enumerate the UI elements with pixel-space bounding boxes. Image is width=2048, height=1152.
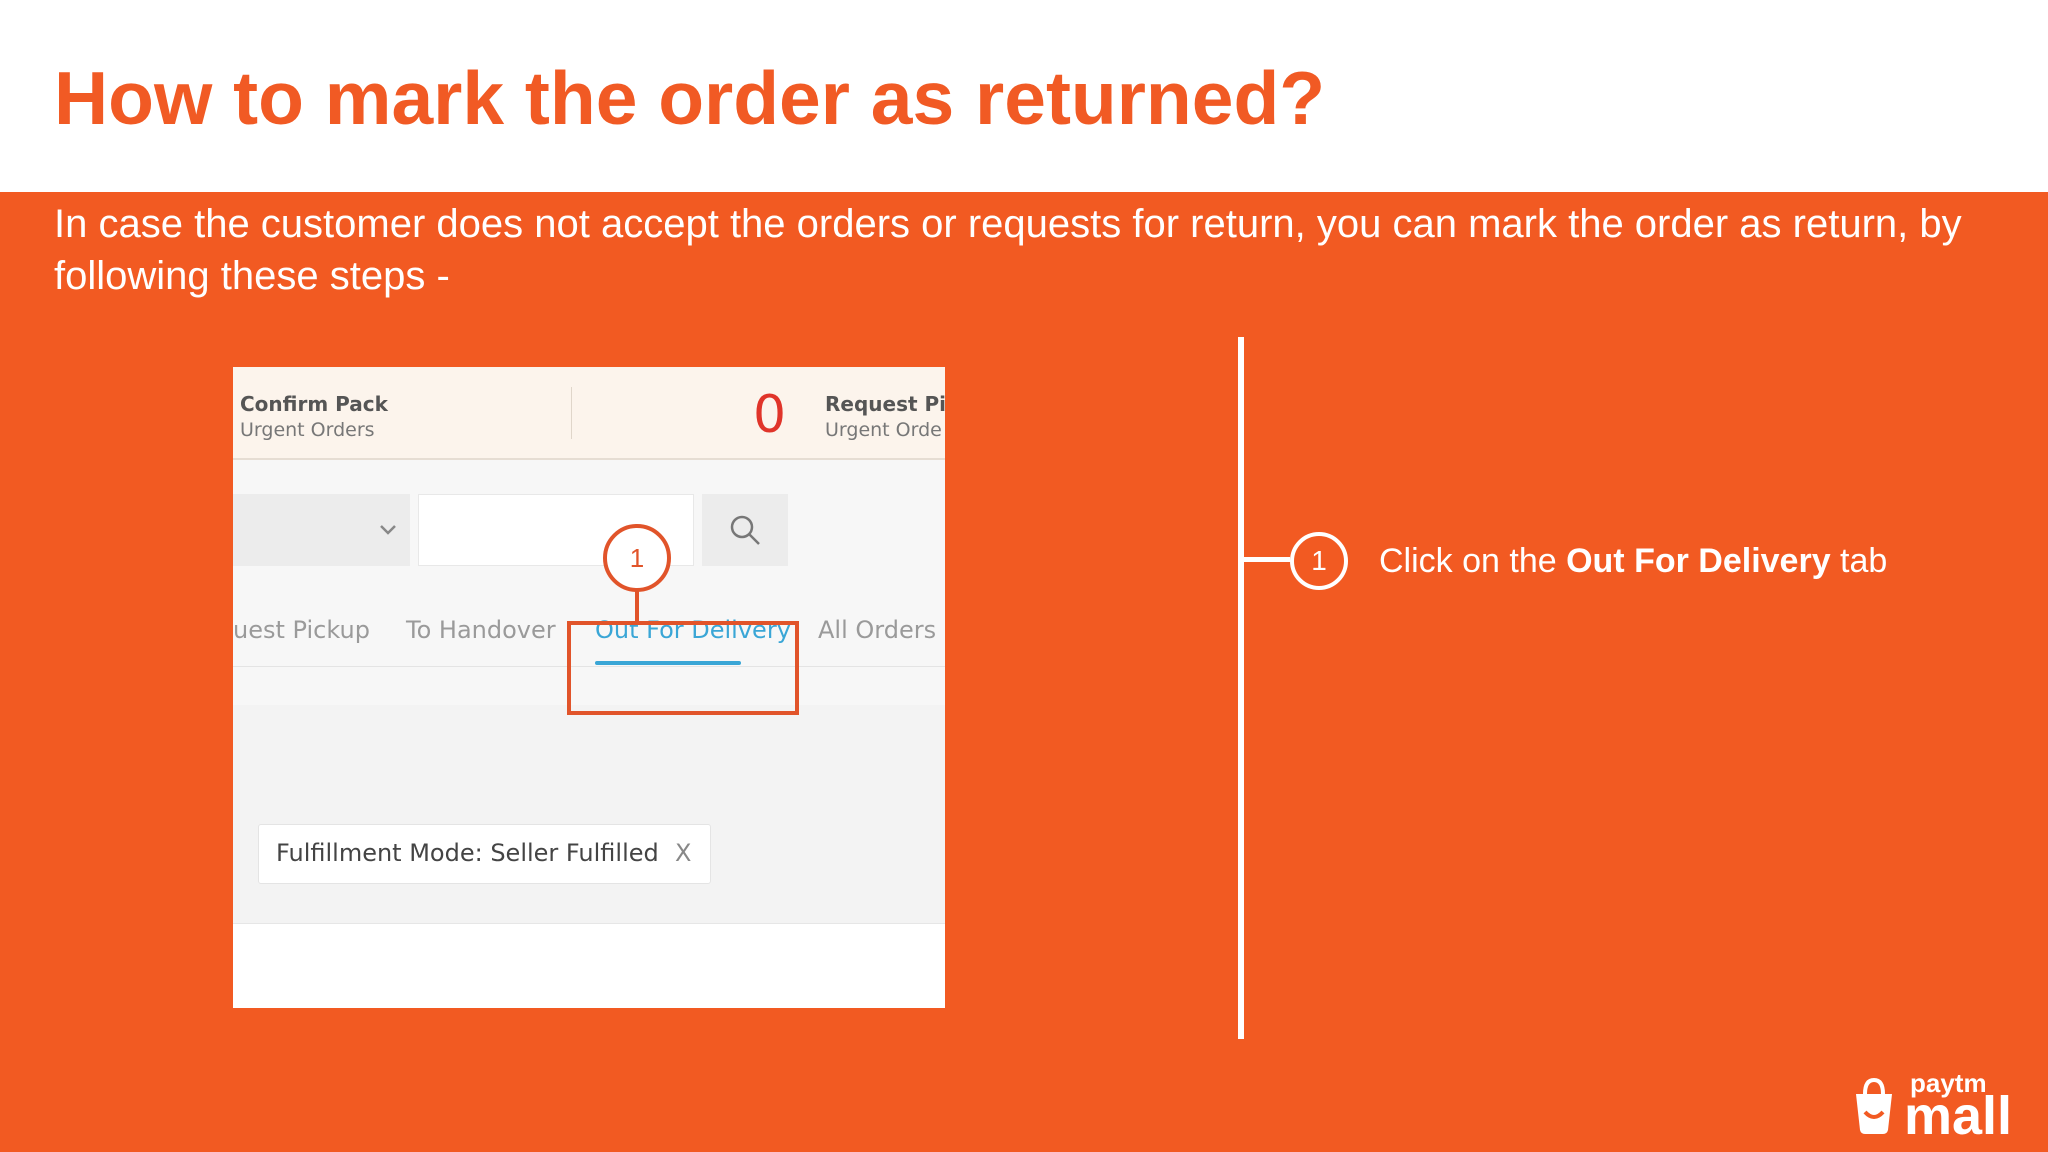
tab-highlight-box [567,621,799,715]
slide-subtitle: In case the customer does not accept the… [54,202,1962,298]
tab-request-pickup[interactable]: uest Pickup [233,616,370,644]
step-instruction-suffix: tab [1830,542,1888,580]
step-instruction: Click on the Out For Delivery tab [1379,539,1887,583]
step-number-badge: 1 [1290,532,1348,590]
callout-connector [635,588,639,623]
filter-chip-label: Fulfillment Mode: Seller Fulfilled [276,839,659,867]
slide-title: How to mark the order as returned? [54,56,1326,140]
logo-word-bottom: mall [1904,1086,2012,1138]
stats-bar: Confirm Pack Urgent Orders 0 Request Pic… [233,367,945,460]
stats-divider [571,387,572,439]
slide-header: How to mark the order as returned? [0,0,2048,192]
stat-request-pickup-count: 0 [753,385,787,445]
step-connector [1244,557,1290,562]
tab-to-handover[interactable]: To Handover [406,616,556,644]
stat-request-pickup-sub: Urgent Orde [825,419,942,441]
tab-all-orders[interactable]: All Orders [818,616,936,644]
search-icon [730,515,760,545]
close-icon[interactable]: X [675,839,691,867]
filter-chip[interactable]: Fulfillment Mode: Seller Fulfilled X [258,824,711,884]
chevron-down-icon [380,525,396,535]
step-instruction-bold: Out For Delivery [1566,542,1831,580]
step-instruction-prefix: Click on the [1379,542,1567,580]
callout-number-badge: 1 [603,524,671,592]
steps-timeline-line [1238,337,1244,1039]
filter-chip-band: Fulfillment Mode: Seller Fulfilled X [233,705,945,924]
search-button[interactable] [702,494,788,566]
filters-area: Fulfillment Mode: Seller Fulfilled X [233,705,945,1008]
stat-confirm-pack-label: Confirm Pack [240,392,388,416]
stat-confirm-pack-sub: Urgent Orders [240,419,375,441]
paytm-mall-logo: paytm mall [1856,1068,2012,1138]
filter-select[interactable] [233,494,410,566]
stat-request-pickup-label: Request Pic [825,392,945,416]
